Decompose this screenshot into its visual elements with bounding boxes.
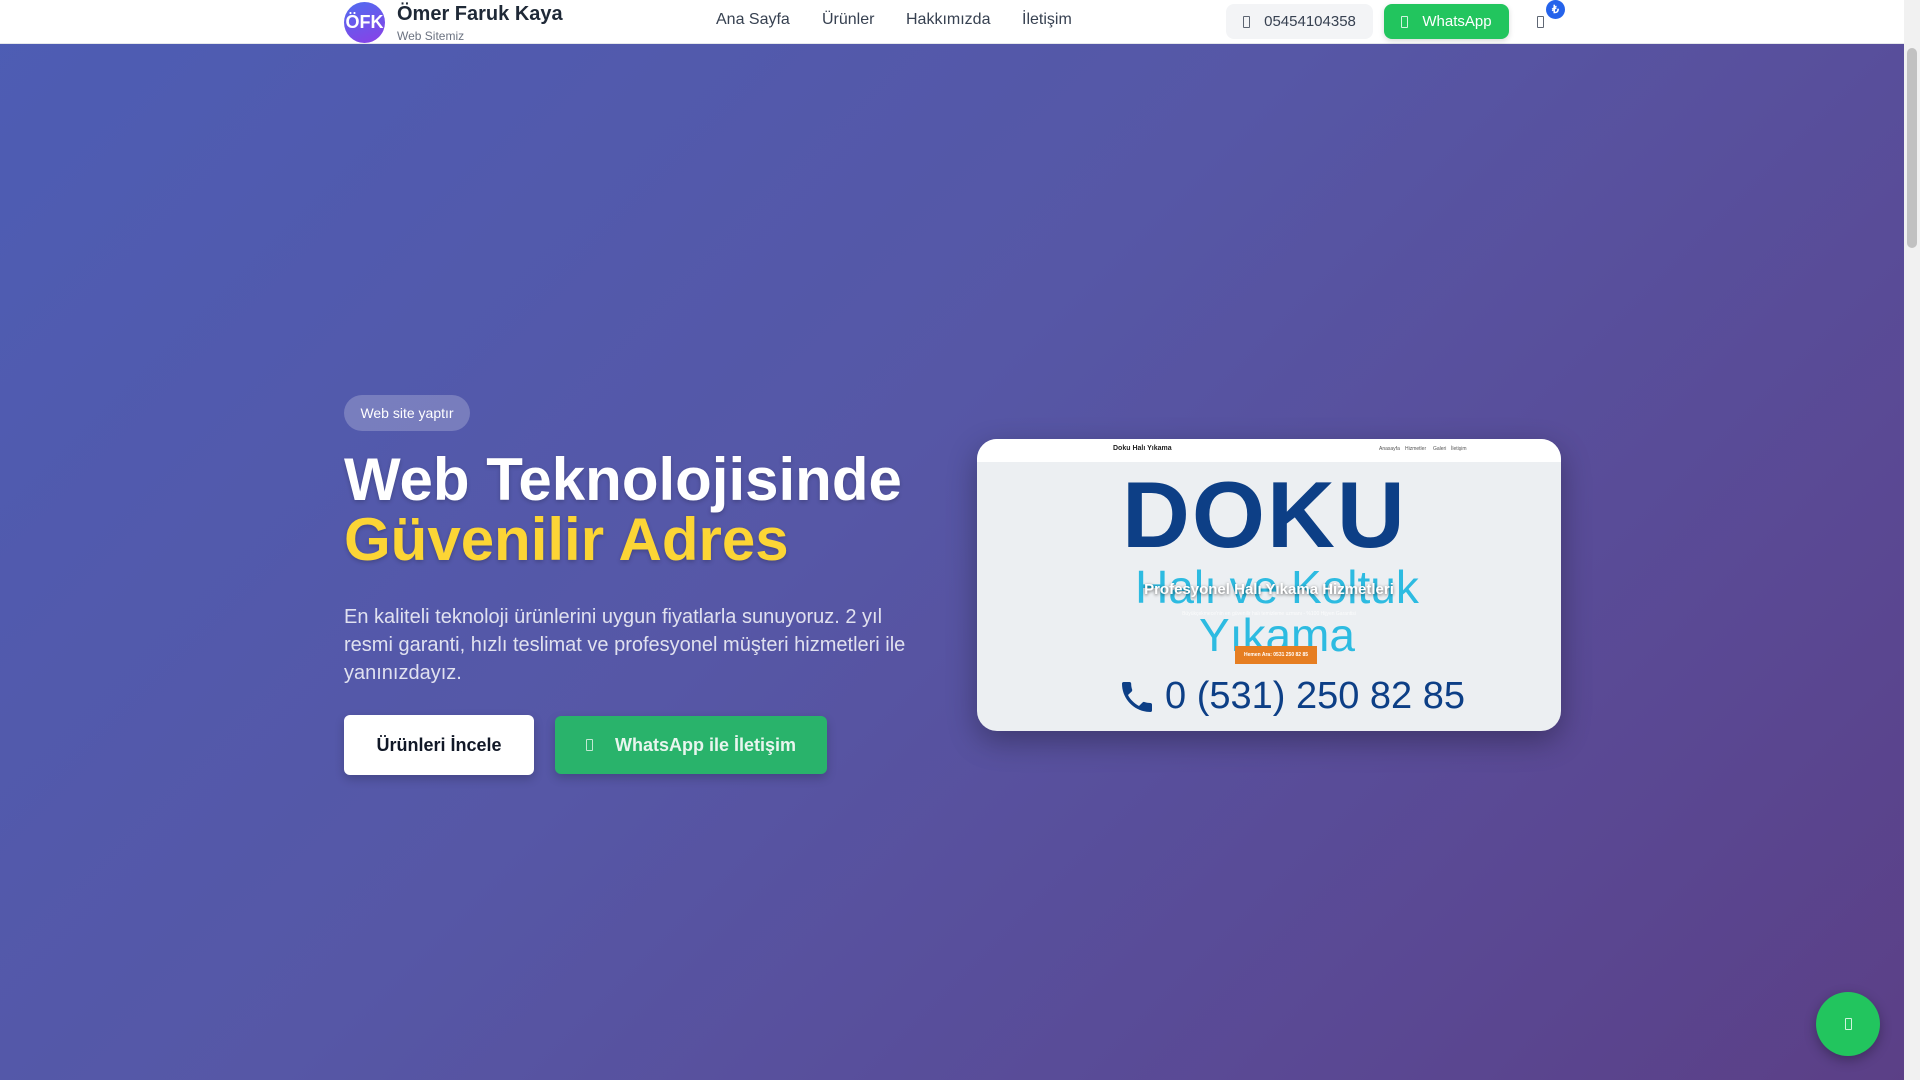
preview-title: Profesyonel Halı Yıkama Hizmetleri <box>1144 581 1394 598</box>
logo[interactable]: ÖFK <box>344 2 385 43</box>
nav-contact[interactable]: İletişim <box>1022 11 1072 29</box>
cart-badge: ₺ <box>1546 0 1565 19</box>
preview-nav-item: İletişim <box>1451 446 1467 452</box>
preview-site-name: Doku Halı Yıkama <box>1113 445 1172 452</box>
phone-icon <box>1243 15 1251 28</box>
hero-title-line1: Web Teknolojisinde <box>344 446 902 513</box>
preview-subtitle: Büyükçekmece'nin en güvenilir halı temiz… <box>1182 611 1356 617</box>
top-navbar: ÖFK Ömer Faruk Kaya Web Sitemiz Ana Sayf… <box>0 0 1904 44</box>
whatsapp-label: WhatsApp <box>1422 13 1492 30</box>
whatsapp-contact-button[interactable]: WhatsApp ile İletişim <box>555 716 827 774</box>
phone-number: 05454104358 <box>1264 13 1356 30</box>
preview-nav-item: Hizmetler <box>1405 446 1427 452</box>
floating-whatsapp-button[interactable] <box>1816 992 1880 1056</box>
preview-nav-item: Galeri <box>1433 446 1447 452</box>
preview-logo: DOKU <box>1122 462 1407 567</box>
phone-button[interactable]: 05454104358 <box>1226 4 1373 39</box>
whatsapp-icon <box>1844 1018 1852 1030</box>
brand-name[interactable]: Ömer Faruk Kaya <box>397 3 563 26</box>
brand-tagline: Web Sitemiz <box>397 29 465 43</box>
hero-description: En kaliteli teknoloji ürünlerini uygun f… <box>344 606 906 684</box>
nav-products[interactable]: Ürünler <box>822 11 874 29</box>
whatsapp-button[interactable]: WhatsApp <box>1384 4 1509 39</box>
phone-icon <box>1122 681 1152 712</box>
preview-phone-number: 0 (531) 250 82 85 <box>1165 675 1466 717</box>
portfolio-preview-card[interactable]: Doku Halı Yıkama Anasayfa Hizmetler Gale… <box>977 439 1561 731</box>
cart-icon[interactable] <box>1537 16 1544 28</box>
preview-phone: 0 (531) 250 82 85 <box>1117 675 1465 718</box>
hero-badge: Web site yaptır <box>344 395 470 431</box>
preview-cta: Hemen Ara: 0531 250 82 85 <box>1235 646 1317 664</box>
whatsapp-icon <box>1401 15 1409 28</box>
scrollbar-thumb[interactable] <box>1907 48 1917 248</box>
nav-home[interactable]: Ana Sayfa <box>716 11 790 29</box>
preview-navbar: Doku Halı Yıkama Anasayfa Hizmetler Gale… <box>977 439 1561 462</box>
view-products-button[interactable]: Ürünleri İncele <box>344 715 534 775</box>
whatsapp-icon <box>585 739 593 751</box>
hero-title-line2: Güvenilir Adres <box>344 506 789 573</box>
hero-title: Web Teknolojisinde Güvenilir Adres <box>344 450 902 570</box>
preview-nav-item: Anasayfa <box>1379 446 1400 452</box>
whatsapp-contact-label: WhatsApp ile İletişim <box>614 734 797 755</box>
nav-about[interactable]: Hakkımızda <box>906 11 990 29</box>
